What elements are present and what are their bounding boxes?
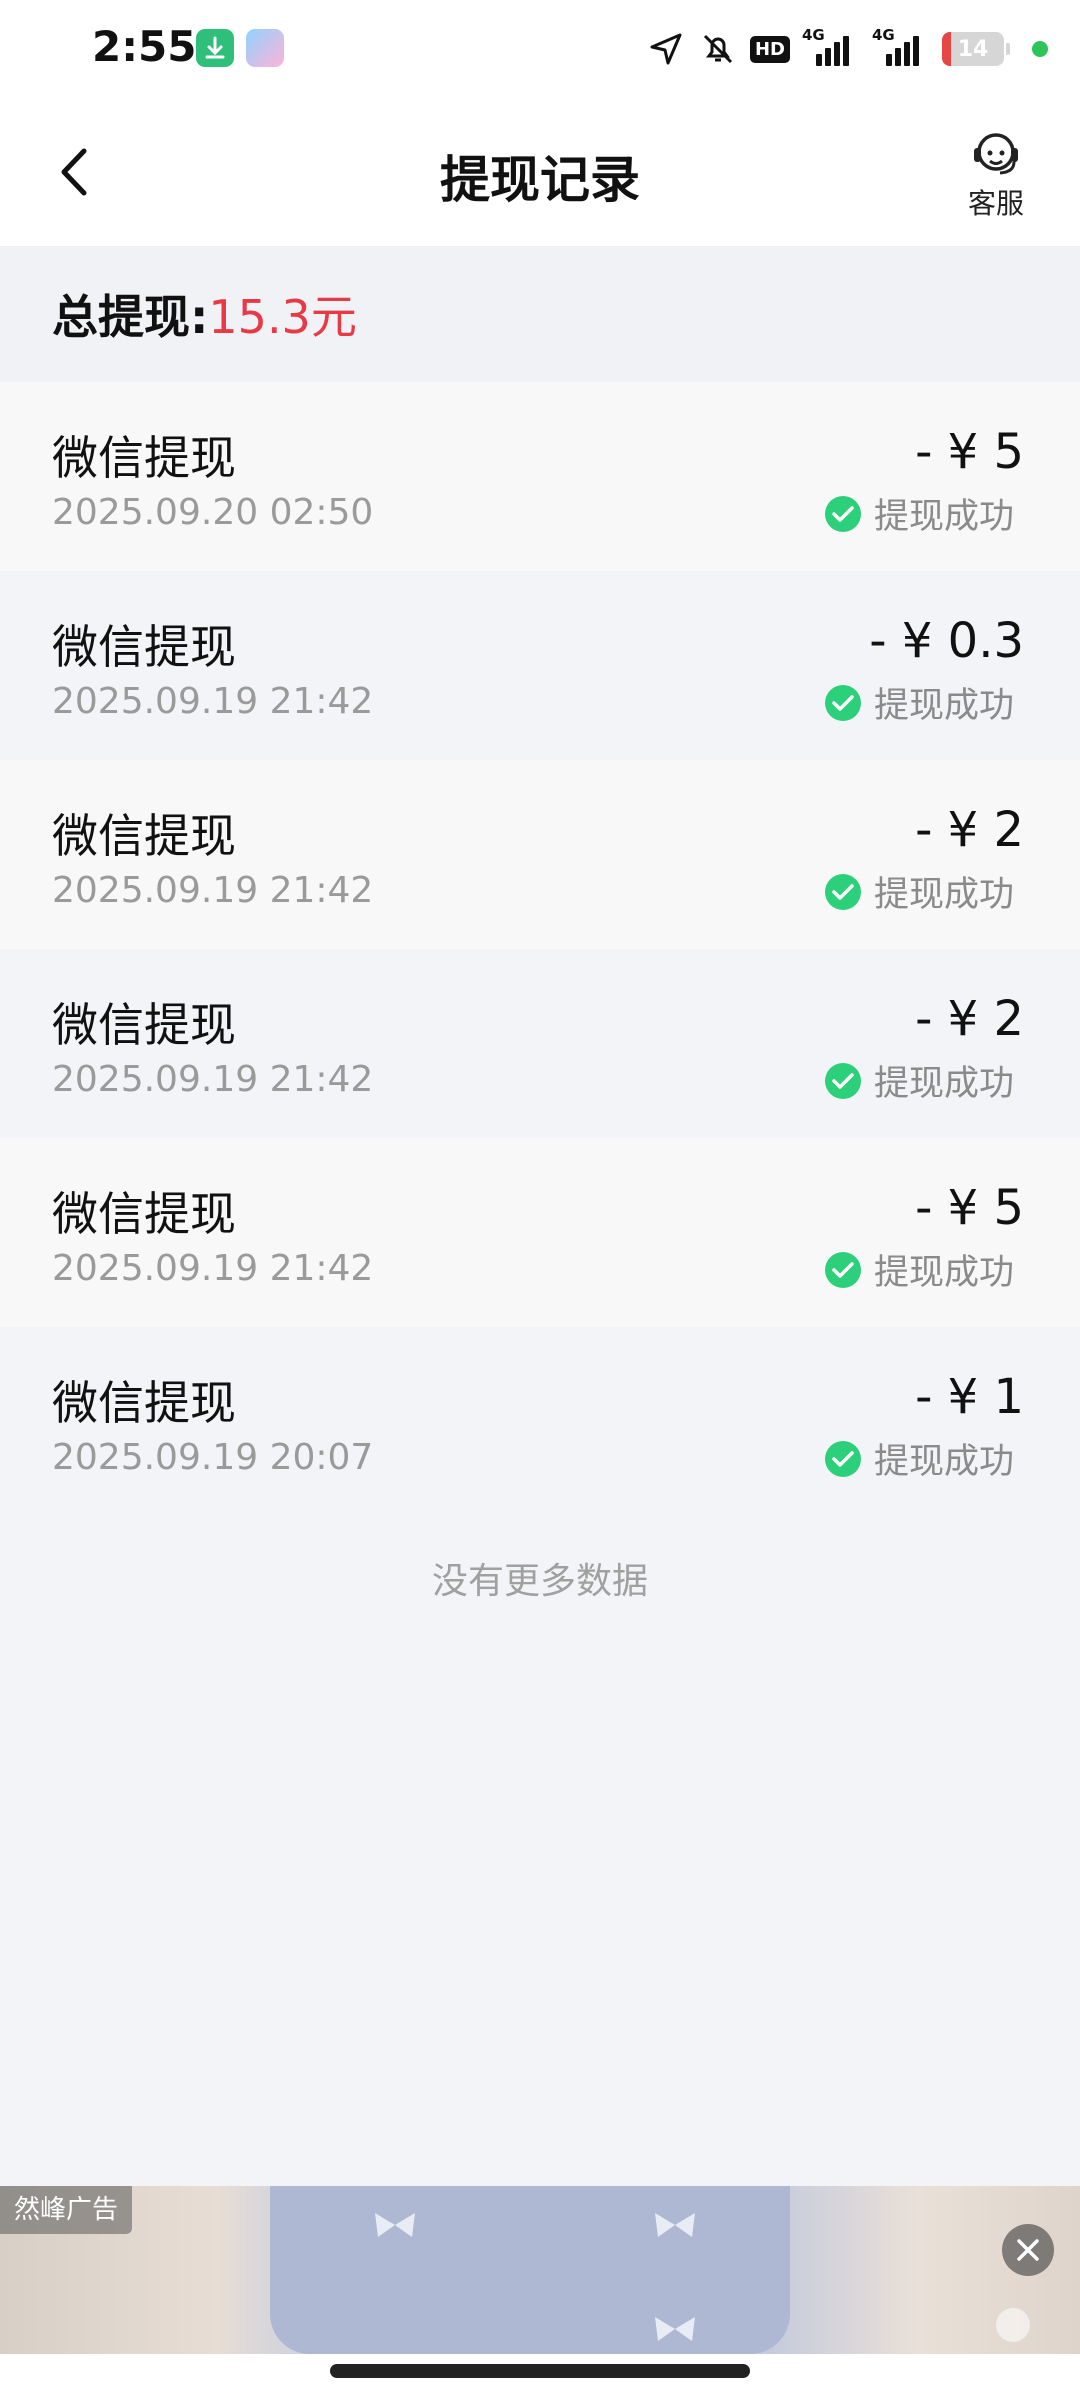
bow-decoration: [375, 2213, 415, 2237]
total-withdrawal-summary: 总提现: 15.3元: [0, 246, 1080, 382]
hd-icon: HD: [749, 35, 790, 63]
record-time: 2025.09.19 20:07: [52, 1437, 374, 1478]
status-bar: 2:55 HD 4G 4G 14: [0, 0, 1080, 98]
record-title: 微信提现: [52, 809, 236, 863]
ad-logo-icon: [996, 2308, 1030, 2342]
record-time: 2025.09.19 21:42: [52, 1059, 374, 1100]
check-circle-icon: [824, 1251, 861, 1288]
record-amount: - ¥ 2: [915, 991, 1024, 1047]
record-time: 2025.09.19 21:42: [52, 1248, 374, 1289]
ad-image: [270, 2186, 790, 2354]
withdrawal-list: 微信提现 2025.09.20 02:50 - ¥ 5 提现成功 微信提现 20…: [0, 382, 1080, 1516]
status-badge: 提现成功: [824, 1055, 1014, 1106]
check-circle-icon: [824, 873, 861, 910]
record-amount: - ¥ 0.3: [869, 613, 1024, 669]
page-title: 提现记录: [440, 151, 640, 209]
status-badge: 提现成功: [824, 488, 1014, 539]
record-status: 提现成功: [873, 1442, 1014, 1482]
battery-icon: 14: [942, 32, 1004, 66]
location-icon: [646, 29, 686, 69]
ad-close-button[interactable]: [1002, 2224, 1054, 2276]
record-amount: - ¥ 5: [915, 424, 1024, 480]
record-time: 2025.09.20 02:50: [52, 492, 374, 533]
total-withdrawal-amount: 15.3元: [208, 290, 357, 344]
record-status: 提现成功: [873, 1064, 1014, 1104]
list-item[interactable]: 微信提现 2025.09.19 20:07 - ¥ 1 提现成功: [0, 1327, 1080, 1516]
game-app-icon: [246, 29, 284, 67]
ad-banner[interactable]: 然峰广告: [0, 2186, 1080, 2354]
record-title: 微信提现: [52, 1376, 236, 1430]
check-circle-icon: [824, 1440, 861, 1477]
list-item[interactable]: 微信提现 2025.09.19 21:42 - ¥ 2 提现成功: [0, 760, 1080, 949]
record-time: 2025.09.19 21:42: [52, 681, 374, 722]
record-status: 提现成功: [873, 1253, 1014, 1293]
record-title: 微信提现: [52, 431, 236, 485]
record-amount: - ¥ 2: [915, 802, 1024, 858]
signal-icon-1: 4G: [802, 26, 860, 66]
mute-bell-icon: [698, 29, 738, 69]
headset-icon: [974, 133, 1018, 175]
status-time: 2:55: [92, 22, 197, 71]
check-circle-icon: [824, 1062, 861, 1099]
customer-service-label: 客服: [967, 187, 1024, 220]
total-withdrawal-label: 总提现:: [52, 290, 209, 344]
customer-service-button[interactable]: 客服: [956, 128, 1036, 228]
list-item[interactable]: 微信提现 2025.09.20 02:50 - ¥ 5 提现成功: [0, 382, 1080, 571]
record-status: 提现成功: [873, 497, 1014, 537]
check-circle-icon: [824, 495, 861, 532]
home-indicator[interactable]: [330, 2364, 750, 2378]
top-nav-bar: 提现记录 客服: [0, 98, 1080, 246]
bow-decoration: [655, 2213, 695, 2237]
status-badge: 提现成功: [824, 866, 1014, 917]
list-item[interactable]: 微信提现 2025.09.19 21:42 - ¥ 0.3 提现成功: [0, 571, 1080, 760]
status-badge: 提现成功: [824, 677, 1014, 728]
record-status: 提现成功: [873, 686, 1014, 726]
status-badge: 提现成功: [824, 1244, 1014, 1295]
record-status: 提现成功: [873, 875, 1014, 915]
record-amount: - ¥ 5: [915, 1180, 1024, 1236]
record-title: 微信提现: [52, 998, 236, 1052]
close-icon: [1017, 2239, 1039, 2261]
status-icons: HD 4G 4G 14: [646, 26, 1048, 72]
privacy-indicator-dot: [1032, 41, 1048, 57]
battery-tip: [1006, 43, 1010, 55]
status-badge: 提现成功: [824, 1433, 1014, 1484]
record-title: 微信提现: [52, 620, 236, 674]
record-title: 微信提现: [52, 1187, 236, 1241]
record-amount: - ¥ 1: [915, 1369, 1024, 1425]
record-time: 2025.09.19 21:42: [52, 870, 374, 911]
ad-tag: 然峰广告: [0, 2186, 133, 2234]
list-item[interactable]: 微信提现 2025.09.19 21:42 - ¥ 2 提现成功: [0, 949, 1080, 1138]
list-item[interactable]: 微信提现 2025.09.19 21:42 - ¥ 5 提现成功: [0, 1138, 1080, 1327]
bow-decoration: [655, 2317, 695, 2341]
signal-icon-2: 4G: [872, 26, 930, 66]
check-circle-icon: [824, 684, 861, 721]
download-app-icon: [196, 29, 234, 67]
no-more-data-text: 没有更多数据: [431, 1561, 648, 1602]
